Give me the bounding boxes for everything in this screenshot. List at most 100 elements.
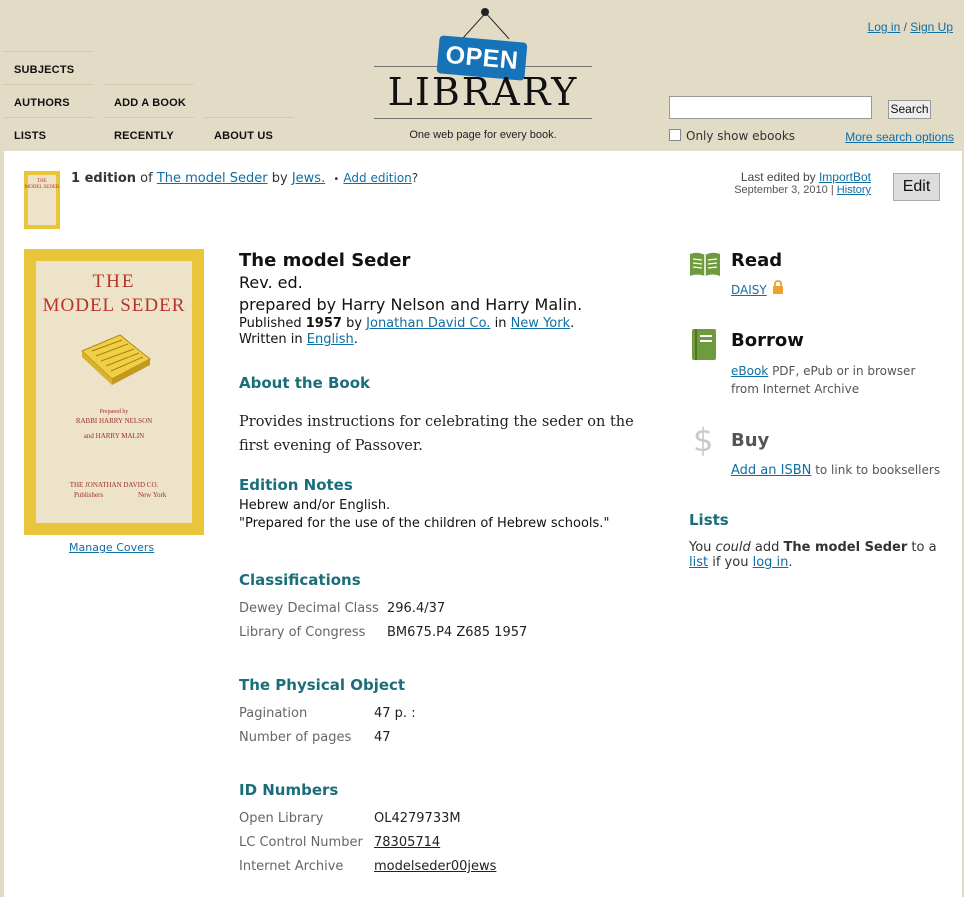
site-header: SUBJECTS AUTHORS ADD A BOOK LISTS RECENT…	[0, 0, 964, 150]
book-edition: Rev. ed.	[239, 273, 303, 292]
publish-by-text: by	[346, 316, 363, 331]
history-link[interactable]: History	[837, 184, 871, 196]
written-in-label: Written in	[239, 332, 303, 347]
nav-divider	[204, 117, 294, 118]
ebook-link[interactable]: eBook	[731, 364, 768, 378]
book-byline: prepared by Harry Nelson and Harry Malin…	[239, 295, 583, 314]
edition-by-text: by	[271, 171, 288, 186]
lock-icon	[773, 280, 783, 294]
nav-divider	[4, 84, 94, 85]
borrow-heading: Borrow	[731, 330, 804, 351]
work-title-link[interactable]: The model Seder	[157, 171, 268, 186]
classification-key: Dewey Decimal Class	[239, 601, 379, 616]
read-heading: Read	[731, 250, 783, 271]
only-ebooks-checkbox[interactable]	[669, 129, 681, 141]
add-isbn-link[interactable]: Add an ISBN	[731, 463, 811, 478]
id-key: LC Control Number	[239, 835, 363, 850]
publish-place-link[interactable]: New York	[511, 316, 571, 331]
borrow-description: eBook PDF, ePub or in browser from Inter…	[731, 362, 915, 398]
work-author-link[interactable]: Jews.	[292, 171, 325, 186]
language-link[interactable]: English	[307, 332, 354, 347]
id-value: OL4279733M	[374, 811, 461, 826]
period: .	[570, 316, 575, 331]
logo-wordmark: LIBRARY	[387, 70, 579, 114]
id-key: Open Library	[239, 811, 324, 826]
lists-login-link[interactable]: log in	[753, 555, 789, 570]
login-link[interactable]: Log in	[868, 20, 901, 34]
last-edited-label: Last edited by	[740, 170, 816, 184]
nav-lists[interactable]: LISTS	[14, 130, 46, 142]
list-link[interactable]: list	[689, 555, 708, 570]
published-label: Published	[239, 316, 302, 331]
physical-value: 47 p. :	[374, 706, 416, 721]
physical-key: Number of pages	[239, 730, 352, 745]
buy-text: to link to booksellers	[811, 463, 941, 477]
more-search-options-link[interactable]: More search options	[845, 130, 954, 144]
matzah-illustration	[81, 334, 151, 385]
cover-prepared-by: Prepared by	[99, 409, 129, 415]
lists-text: could	[715, 540, 751, 555]
daisy-link[interactable]: DAISY	[731, 283, 767, 297]
edition-count: 1 edition	[71, 171, 137, 186]
editor-link[interactable]: ImportBot	[819, 170, 871, 184]
edit-button[interactable]: Edit	[893, 173, 940, 201]
publish-info: Published 1957 by Jonathan David Co. in …	[239, 316, 574, 331]
lists-text: add	[750, 540, 784, 555]
internet-archive-link[interactable]: modelseder00jews	[374, 859, 496, 874]
language-info: Written in English.	[239, 332, 358, 347]
open-book-icon	[690, 252, 720, 276]
borrow-text: PDF, ePub or in browser	[768, 364, 916, 378]
cover-author1: RABBI HARRY NELSON	[75, 417, 153, 425]
lists-text: if you	[708, 555, 753, 570]
publisher-link[interactable]: Jonathan David Co.	[366, 316, 490, 331]
manage-covers-link[interactable]: Manage Covers	[69, 541, 154, 554]
bullet-separator: •	[333, 174, 340, 185]
nav-authors[interactable]: AUTHORS	[14, 97, 70, 109]
buy-description: Add an ISBN to link to booksellers	[731, 461, 940, 480]
nav-recently[interactable]: RECENTLY	[114, 130, 174, 142]
book-title: The model Seder	[239, 250, 411, 271]
lists-text: to a	[907, 540, 937, 555]
lists-book-title: The model Seder	[783, 540, 908, 555]
nav-add-book[interactable]: ADD A BOOK	[114, 97, 186, 109]
search-input[interactable]	[669, 96, 872, 119]
cover-publishers-word: Publishers	[74, 491, 104, 499]
nav-divider	[4, 117, 94, 118]
nav-about[interactable]: ABOUT US	[214, 130, 273, 142]
physical-value: 47	[374, 730, 391, 745]
edition-of-text: of	[140, 171, 153, 186]
auth-separator: /	[903, 20, 907, 34]
nav-divider	[104, 84, 194, 85]
meta-divider: |	[830, 184, 834, 196]
classification-value: 296.4/37	[387, 601, 446, 616]
id-key: Internet Archive	[239, 859, 344, 874]
physical-object-heading: The Physical Object	[239, 676, 406, 694]
logo-sign-wire	[461, 14, 485, 40]
add-edition-link[interactable]: Add edition	[343, 171, 411, 185]
id-numbers-heading: ID Numbers	[239, 781, 339, 799]
nav-subjects[interactable]: SUBJECTS	[14, 64, 74, 76]
classification-key: Library of Congress	[239, 625, 366, 640]
edition-summary: 1 edition of The model Seder by Jews. • …	[71, 171, 418, 186]
book-cover[interactable]: THE MODEL SEDER Prepared by RABBI HARRY …	[24, 249, 204, 535]
only-ebooks-label: Only show ebooks	[686, 129, 796, 143]
cover-title-line1: THE	[92, 271, 136, 292]
physical-key: Pagination	[239, 706, 308, 721]
search-button[interactable]: Search	[888, 100, 931, 119]
logo-sign-wire	[486, 13, 510, 40]
lists-text: You	[689, 540, 716, 555]
period: .	[353, 332, 358, 347]
edition-thumbnail[interactable]: THE MODEL SEDER	[24, 171, 60, 229]
cover-author2: and HARRY MALIN	[83, 432, 145, 440]
logo-pin	[481, 8, 489, 16]
nav-divider	[4, 51, 94, 52]
nav-divider	[104, 117, 194, 118]
lccn-link[interactable]: 78305714	[374, 835, 440, 850]
lists-text: .	[788, 555, 793, 570]
last-edited-date: September 3, 2010	[734, 184, 828, 196]
signup-link[interactable]: Sign Up	[910, 20, 953, 34]
buy-heading: Buy	[731, 430, 770, 451]
cover-city: New York	[138, 491, 167, 499]
open-library-logo[interactable]: OPEN LIBRARY One web page for every book…	[372, 8, 594, 148]
book-description: Provides instructions for celebrating th…	[239, 414, 634, 454]
